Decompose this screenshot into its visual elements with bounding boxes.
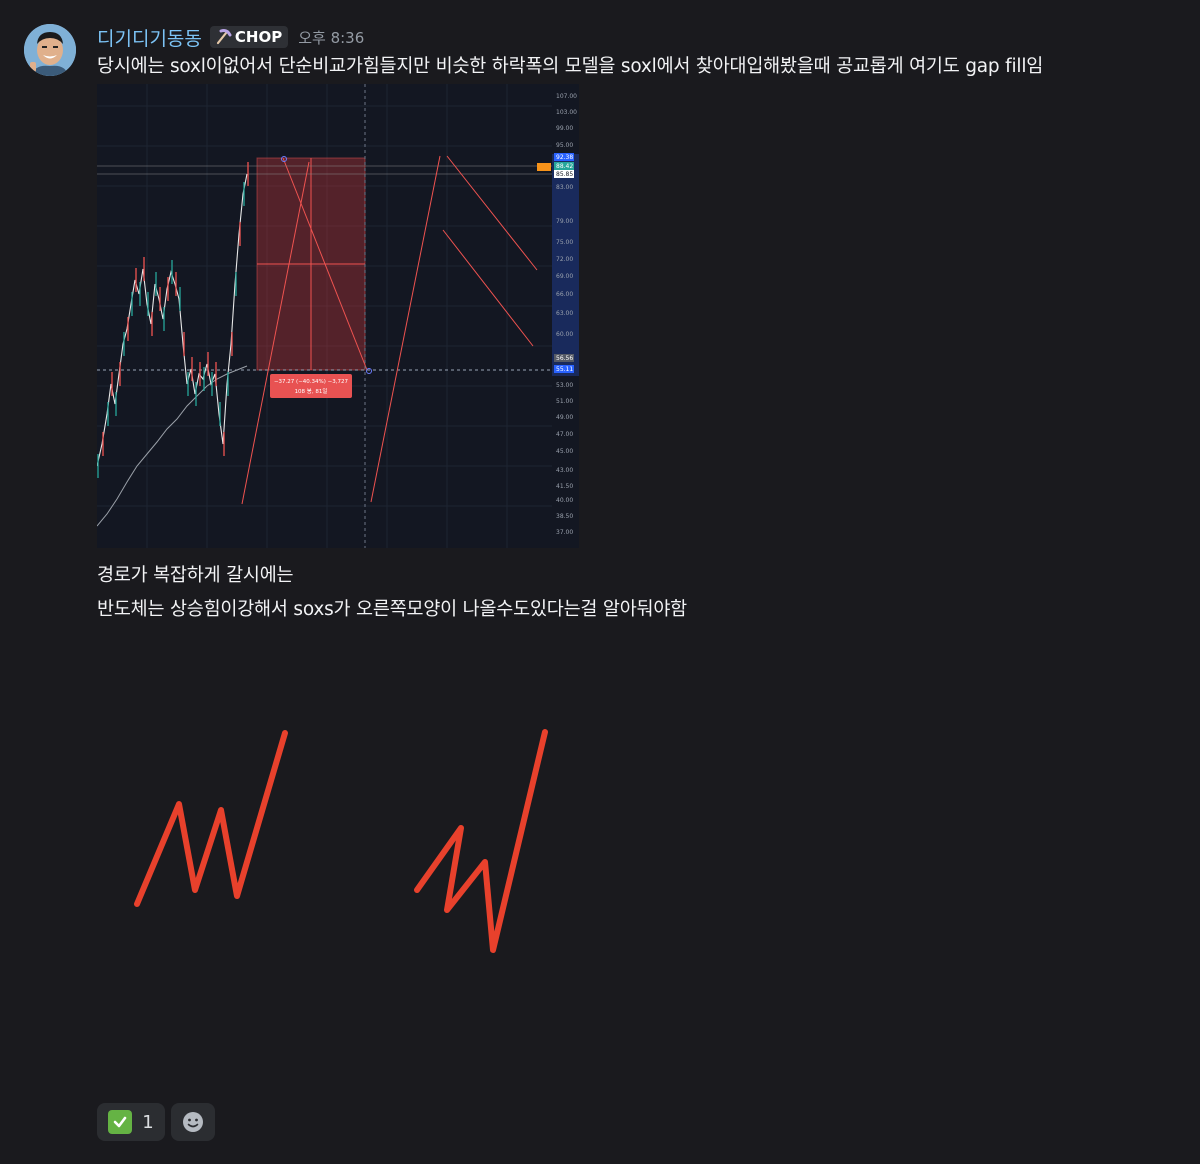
price-axis-label: 51.00	[556, 398, 573, 405]
price-axis-label: 88.42	[556, 163, 573, 170]
measure-handle-end	[366, 368, 372, 374]
price-axis-label: 83.00	[556, 184, 573, 191]
price-axis-label: 63.00	[556, 310, 573, 317]
price-axis-label: 40.00	[556, 497, 573, 504]
zigzag-sketch-right	[414, 729, 548, 953]
price-axis-label: 56.56	[556, 355, 573, 362]
price-axis-label: 75.00	[556, 239, 573, 246]
price-axis-label: 79.00	[556, 218, 573, 225]
avatar[interactable]	[24, 24, 76, 76]
price-axis-label: 49.00	[556, 414, 573, 421]
price-axis-label: 107.00	[556, 93, 577, 100]
measure-label-line-2: 108 봉, 81일	[295, 387, 328, 395]
alert-marker	[537, 163, 551, 171]
add-reaction-icon	[183, 1112, 203, 1132]
price-axis-label: 103.00	[556, 109, 577, 116]
price-axis-label: 66.00	[556, 291, 573, 298]
price-axis-label: 72.00	[556, 256, 573, 263]
chart-image-attachment[interactable]: −37.27 (−40.34%) −3,727 108 봉, 81일 107.0…	[97, 84, 579, 548]
message-line-3: 반도체는 상승힘이강해서 soxs가 오른쪽모양이 나올수도있다는걸 알아둬야함	[97, 599, 688, 620]
price-axis-label: 53.00	[556, 382, 573, 389]
price-axis-label: 41.50	[556, 483, 573, 490]
price-axis-label: 37.00	[556, 529, 573, 536]
price-axis-label: 60.00	[556, 331, 573, 338]
price-axis-label: 38.50	[556, 513, 573, 520]
reaction-check[interactable]: 1	[97, 1103, 165, 1141]
chart-screenshot: −37.27 (−40.34%) −3,727 108 봉, 81일 107.0…	[97, 84, 579, 548]
reactions-bar: 1	[97, 1103, 215, 1141]
message-line-2: 경로가 복잡하게 갈시에는	[97, 565, 294, 586]
price-axis-label: 43.00	[556, 467, 573, 474]
message-header: 디기디기동동 CHOP 오후 8:36	[97, 22, 364, 52]
role-tag[interactable]: CHOP	[209, 26, 289, 48]
measure-label-line-1: −37.27 (−40.34%) −3,727	[274, 379, 349, 385]
avatar-image	[24, 24, 76, 76]
candlesticks	[97, 162, 249, 478]
reaction-count: 1	[142, 1111, 154, 1133]
price-axis: 107.00 103.00 99.00 95.00 92.38 88.4285.85 83.…	[537, 93, 577, 536]
price-axis-label: 55.11	[556, 366, 573, 373]
message-line-1: 당시에는 soxl이없어서 단순비교가힘들지만 비슷한 하락폭의 모델을 sox…	[97, 56, 1044, 77]
price-series-line	[97, 173, 248, 467]
timestamp[interactable]: 오후 8:36	[298, 27, 364, 48]
pickaxe-icon	[216, 29, 232, 45]
check-mark-icon	[108, 1110, 133, 1134]
sketch-image[interactable]	[97, 700, 597, 1000]
username[interactable]: 디기디기동동	[97, 24, 202, 51]
role-label: CHOP	[234, 28, 283, 46]
price-axis-label: 85.85	[556, 171, 573, 178]
price-axis-label: 69.00	[556, 273, 573, 280]
price-axis-label: 47.00	[556, 431, 573, 438]
add-reaction-button[interactable]	[171, 1103, 215, 1141]
price-axis-label: 45.00	[556, 448, 573, 455]
price-axis-label: 92.38	[556, 154, 573, 161]
price-axis-label: 95.00	[556, 142, 573, 149]
price-axis-label: 99.00	[556, 125, 573, 132]
zigzag-sketch-left	[134, 730, 288, 907]
